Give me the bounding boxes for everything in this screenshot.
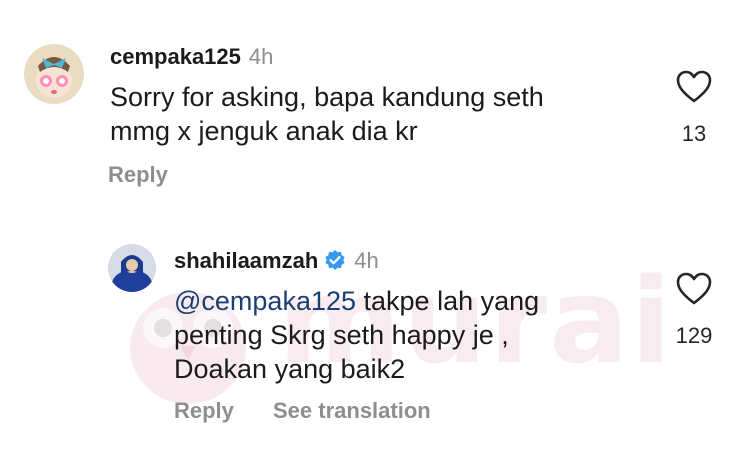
heart-icon[interactable] [676,272,712,306]
comment-line-3: Doakan yang baik2 [174,354,406,384]
see-translation-button[interactable]: See translation [273,398,431,424]
comment-body: @cempaka125 takpe lah yang penting Skrg … [174,284,539,386]
reply-button[interactable]: Reply [174,398,234,424]
comment-time: 4h [354,248,379,273]
comment-line-1: @cempaka125 takpe lah yang [174,284,539,318]
comment-line-1-text: takpe lah yang [356,286,540,316]
avatar-image [108,244,156,292]
comment-shahilaamzah: shahilaamzah 4h @cempaka125 takpe lah ya… [0,0,750,461]
avatar[interactable] [108,244,156,292]
like-count: 129 [675,323,713,348]
verified-badge-icon [325,250,345,270]
username-text[interactable]: shahilaamzah [174,248,318,273]
comment-username[interactable]: shahilaamzah 4h [174,248,379,274]
mention-link[interactable]: @cempaka125 [174,286,356,316]
comment-line-2: penting Skrg seth happy je , [174,320,509,350]
